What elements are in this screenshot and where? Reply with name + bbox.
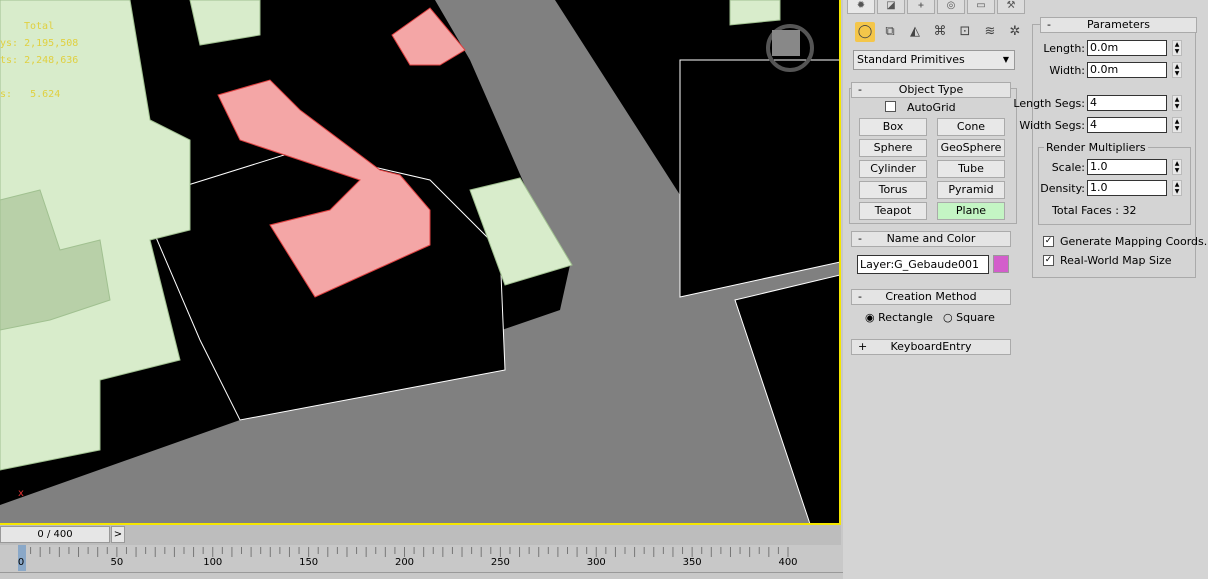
stats-fps: s: 5.624 — [0, 89, 61, 100]
length-segs-label: Length Segs: — [1013, 97, 1085, 110]
geometry-icon[interactable]: ◯ — [855, 22, 875, 42]
frame-label: 0 — [17, 557, 25, 568]
width-segs-input[interactable]: 4 — [1087, 117, 1167, 133]
object-color-swatch[interactable] — [993, 255, 1009, 273]
statistics-overlay: Total ys: 2,195,508 ts: 2,248,636 s: 5.6… — [0, 18, 78, 103]
frame-label: 250 — [490, 557, 510, 568]
width-spinner[interactable]: ▲ ▼ — [1172, 62, 1182, 78]
track-bar-ticks — [20, 547, 789, 557]
perspective-viewport[interactable]: Total ys: 2,195,508 ts: 2,248,636 s: 5.6… — [0, 0, 841, 525]
hierarchy-icon[interactable]: ᚐ — [907, 0, 935, 14]
parameters-header[interactable]: - Parameters — [1040, 17, 1197, 33]
render-multipliers-label: Render Multipliers — [1044, 141, 1148, 154]
width-input[interactable]: 0.0m — [1087, 62, 1167, 78]
axis-tripod-x-label: x — [18, 488, 24, 499]
command-panel: ✹ ◪ ᚐ ◎ ▭ ⚒ ◯ ⧉ ◭ ⌘ ⊡ ≋ ✲ Standard Primitives ▼ - Obj… — [843, 0, 1208, 579]
helpers-icon[interactable]: ⊡ — [955, 22, 975, 42]
create-icon[interactable]: ✹ — [847, 0, 875, 14]
real-world-label: Real-World Map Size — [1060, 254, 1172, 267]
motion-icon[interactable]: ◎ — [937, 0, 965, 14]
length-input[interactable]: 0.0m — [1087, 40, 1167, 56]
green-building — [189, 0, 261, 46]
object-type-header[interactable]: - Object Type — [851, 82, 1011, 98]
frame-label: 350 — [682, 557, 702, 568]
green-building — [729, 0, 781, 26]
generate-mapping-checkbox[interactable]: ✓ — [1043, 236, 1054, 247]
name-color-header[interactable]: - Name and Color — [851, 231, 1011, 247]
cameras-icon[interactable]: ⌘ — [930, 22, 950, 42]
frame-label: 300 — [586, 557, 606, 568]
modify-icon[interactable]: ◪ — [877, 0, 905, 14]
radio-rectangle[interactable]: ◉ Rectangle — [865, 311, 933, 324]
length-spinner[interactable]: ▲ ▼ — [1172, 40, 1182, 56]
length-segs-spinner[interactable]: ▲ ▼ — [1172, 95, 1182, 111]
teapot-button[interactable]: Teapot — [859, 202, 927, 220]
time-slider[interactable]: 0 / 400 > — [0, 525, 841, 545]
viewcube-box[interactable] — [772, 30, 800, 56]
width-label: Width: — [1049, 64, 1085, 77]
geosphere-button[interactable]: GeoSphere — [937, 139, 1005, 157]
track-bar[interactable]: 0 50 100 150 200 250 300 350 400 — [0, 545, 841, 572]
next-frame-button[interactable]: > — [111, 526, 125, 543]
creation-method-header[interactable]: - Creation Method — [851, 289, 1011, 305]
radio-square[interactable]: ○ Square — [943, 311, 995, 324]
plane-button[interactable]: Plane — [937, 202, 1005, 220]
display-icon[interactable]: ▭ — [967, 0, 995, 14]
time-slider-thumb[interactable]: 0 / 400 — [0, 526, 110, 543]
shapes-icon[interactable]: ⧉ — [880, 22, 900, 42]
black-block — [679, 59, 839, 298]
frame-label: 400 — [778, 557, 798, 568]
lights-icon[interactable]: ◭ — [905, 22, 925, 42]
width-segs-label: Width Segs: — [1019, 119, 1085, 132]
length-label: Length: — [1043, 42, 1085, 55]
stats-polys: ys: 2,195,508 — [0, 38, 79, 49]
width-segs-spinner[interactable]: ▲ ▼ — [1172, 117, 1182, 133]
object-name-input[interactable]: Layer:G_Gebaude001 — [857, 255, 989, 274]
spacewarps-icon[interactable]: ≋ — [980, 22, 1000, 42]
generate-mapping-label: Generate Mapping Coords. — [1060, 235, 1208, 248]
total-faces-label: Total Faces : 32 — [1052, 204, 1137, 217]
utilities-icon[interactable]: ⚒ — [997, 0, 1025, 14]
scene-render — [0, 0, 839, 523]
frame-label: 150 — [299, 557, 319, 568]
frame-label: 100 — [203, 557, 223, 568]
sphere-button[interactable]: Sphere — [859, 139, 927, 157]
keyboard-entry-header[interactable]: + KeyboardEntry — [851, 339, 1011, 355]
stats-header: Total — [24, 21, 55, 32]
stats-verts: ts: 2,248,636 — [0, 55, 79, 66]
frame-label: 50 — [110, 557, 124, 568]
length-segs-input[interactable]: 4 — [1087, 95, 1167, 111]
systems-icon[interactable]: ✲ — [1005, 22, 1025, 42]
real-world-checkbox[interactable]: ✓ — [1043, 255, 1054, 266]
frame-label: 200 — [394, 557, 415, 568]
